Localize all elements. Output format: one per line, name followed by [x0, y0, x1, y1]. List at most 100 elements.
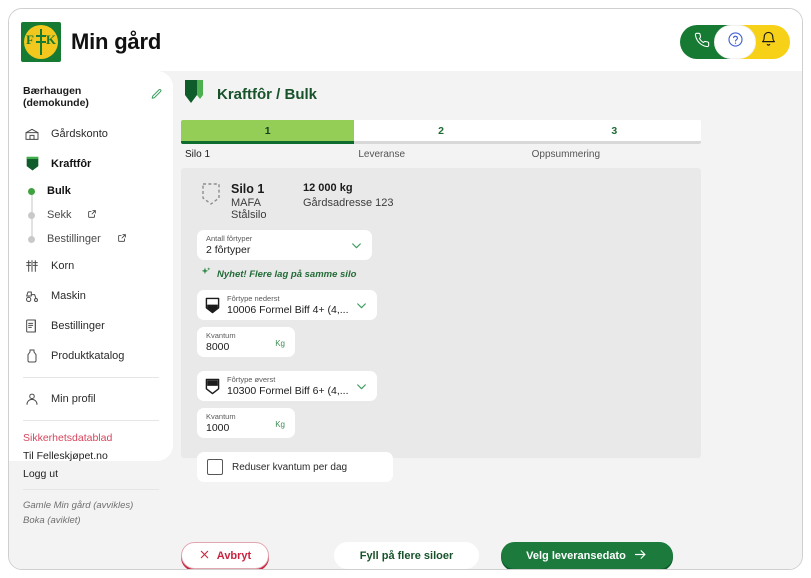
kvantum-unit: Kg [275, 339, 285, 348]
kvantum-label: Kvantum [206, 412, 236, 421]
bullet-dot-icon [28, 187, 35, 195]
sidebar-item-sekk[interactable]: Sekk [9, 203, 173, 227]
main-content: Kraftfôr / Bulk 1 2 3 Silo 1 Leveranse O… [181, 71, 721, 482]
reduser-kvantum-label: Reduser kvantum per dag [232, 461, 348, 473]
external-link-icon [87, 209, 97, 222]
sidebar-item-label: Bestillinger [51, 320, 105, 332]
chevron-down-icon[interactable] [350, 239, 363, 257]
phone-icon [694, 32, 710, 53]
sidebar-item-korn[interactable]: Korn [9, 251, 173, 281]
bell-icon [760, 31, 777, 53]
kvantum-value: 8000 [206, 341, 230, 353]
grain-icon [23, 257, 41, 275]
person-icon [23, 390, 41, 408]
app-window: F K Min gård Bærhaugen (demokunde) Gårds… [8, 8, 803, 570]
footer-link-gamle-min-gard[interactable]: Gamle Min gård (avvikles) [23, 498, 159, 513]
antall-fortyper-value: 2 fôrtyper [206, 244, 251, 256]
pencil-icon[interactable] [150, 88, 163, 106]
kvantum-unit: Kg [275, 420, 285, 429]
silo-bottom-filled-icon [205, 297, 220, 319]
fyll-flere-siloer-label: Fyll på flere siloer [359, 549, 454, 562]
sidebar: Bærhaugen (demokunde) Gårdskonto Kraftfô… [9, 71, 173, 526]
link-sikkerhetsdatablad[interactable]: Sikkerhetsdatablad [23, 429, 159, 447]
wheat-icon [36, 29, 46, 55]
kvantum-value: 1000 [206, 422, 230, 434]
step-2[interactable]: 2 [354, 120, 528, 144]
cancel-button[interactable]: Avbryt [181, 542, 269, 569]
stepper-labels: Silo 1 Leveranse Oppsummering [181, 144, 701, 160]
link-felleskjopet[interactable]: Til Felleskjøpet.no [23, 447, 159, 465]
action-bar: Avbryt Fyll på flere siloer Velg leveran… [181, 542, 721, 569]
sidebar-item-bestillinger[interactable]: Bestillinger [9, 311, 173, 341]
farm-selector[interactable]: Bærhaugen (demokunde) [9, 79, 173, 119]
bullet-dot-icon [28, 211, 35, 219]
sidebar-subitem-label: Bulk [47, 185, 71, 197]
step-1-label: Silo 1 [185, 149, 211, 160]
document-icon [23, 317, 41, 335]
external-link-icon [117, 233, 127, 246]
barn-icon [23, 125, 41, 143]
sidebar-item-min-profil[interactable]: Min profil [9, 384, 173, 414]
antall-fortyper-select[interactable]: Antall fôrtyper 2 fôrtyper [197, 230, 372, 260]
header-actions [680, 25, 790, 59]
fyll-flere-siloer-button[interactable]: Fyll på flere siloer [334, 542, 479, 569]
step-3[interactable]: 3 [527, 120, 701, 144]
chevron-down-icon[interactable] [355, 380, 368, 398]
sidebar-item-label: Produktkatalog [51, 350, 125, 362]
sidebar-item-produktkatalog[interactable]: Produktkatalog [9, 341, 173, 371]
velg-leveransedato-button[interactable]: Velg leveransedato [501, 542, 673, 569]
logo-letter-k: K [45, 32, 56, 47]
sidebar-subitem-label: Sekk [47, 209, 72, 221]
breadcrumb: Kraftfôr / Bulk [181, 71, 721, 120]
sidebar-item-label: Gårdskonto [51, 128, 108, 140]
step-3-label: Oppsummering [531, 149, 601, 160]
sparkle-icon [199, 266, 212, 282]
sidebar-divider [23, 377, 159, 378]
sidebar-item-bestillinger-bulk[interactable]: Bestillinger [9, 227, 173, 251]
fortype-nederst-label: Fôrtype nederst [227, 294, 280, 303]
fortype-nederst-value: 10006 Formel Biff 4+ (4,... [227, 304, 349, 316]
sidebar-links: Sikkerhetsdatablad Til Felleskjøpet.no L… [9, 427, 173, 483]
fortype-nederst-select[interactable]: Fôrtype nederst 10006 Formel Biff 4+ (4,… [197, 290, 377, 320]
sidebar-item-label: Maskin [51, 290, 86, 302]
bullet-dot-icon [28, 235, 35, 243]
kvantum-nederst-input[interactable]: Kvantum 8000 Kg [197, 327, 295, 357]
silo-icon [23, 155, 41, 173]
silo-address: Gårdsadresse 123 [303, 197, 394, 209]
kvantum-label: Kvantum [206, 331, 236, 340]
footer-link-boka[interactable]: Boka (aviklet) [23, 513, 159, 528]
progress-stepper: 1 2 3 [181, 120, 701, 144]
app-header: F K Min gård [9, 9, 802, 71]
sidebar-item-maskin[interactable]: Maskin [9, 281, 173, 311]
sidebar-nav: Gårdskonto Kraftfôr Bulk Sekk Bestilling… [9, 119, 173, 538]
breadcrumb-title: Kraftfôr / Bulk [217, 86, 318, 103]
nyhet-text: Nyhet! Flere lag på samme silo [217, 268, 357, 280]
sidebar-footer-links: Gamle Min gård (avvikles) Boka (aviklet) [9, 496, 173, 538]
sidebar-subitem-label: Bestillinger [47, 233, 101, 245]
silo-config-card: Silo 1 12 000 kg MAFA Stålsilo Gårdsadre… [181, 168, 701, 482]
fortype-overst-value: 10300 Formel Biff 6+ (4,... [227, 385, 349, 397]
step-1[interactable]: 1 [181, 120, 355, 144]
close-icon [199, 549, 210, 563]
nyhet-banner: Nyhet! Flere lag på samme silo [197, 266, 685, 282]
velg-leveransedato-label: Velg leveransedato [526, 549, 626, 562]
felleskjopet-logo[interactable]: F K [21, 22, 61, 62]
sidebar-item-label: Korn [51, 260, 75, 272]
reduser-kvantum-checkbox-row[interactable]: Reduser kvantum per dag [197, 452, 393, 482]
reduser-kvantum-checkbox[interactable] [207, 459, 223, 475]
fortype-overst-label: Fôrtype øverst [227, 375, 276, 384]
link-logg-ut[interactable]: Logg ut [23, 465, 159, 483]
sidebar-item-kraftfor[interactable]: Kraftfôr [9, 149, 173, 179]
sidebar-divider [23, 420, 159, 421]
step-2-label: Leveranse [358, 149, 406, 160]
kvantum-overst-input[interactable]: Kvantum 1000 Kg [197, 408, 295, 438]
antall-fortyper-label: Antall fôrtyper [206, 234, 253, 243]
arrow-right-icon [633, 547, 648, 565]
fortype-overst-select[interactable]: Fôrtype øverst 10300 Formel Biff 6+ (4,.… [197, 371, 377, 401]
sidebar-item-gardskonto[interactable]: Gårdskonto [9, 119, 173, 149]
help-button[interactable] [714, 25, 756, 59]
bag-icon [23, 347, 41, 365]
silo-shield-icon [183, 79, 207, 110]
sidebar-item-bulk[interactable]: Bulk [9, 179, 173, 203]
chevron-down-icon[interactable] [355, 299, 368, 317]
